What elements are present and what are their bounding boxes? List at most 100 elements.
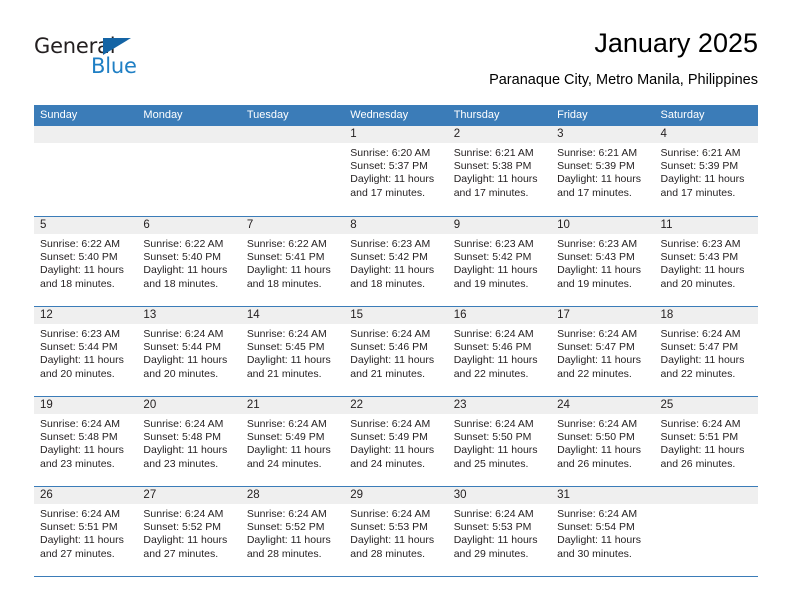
sunrise-text: Sunrise: 6:23 AM xyxy=(453,238,534,250)
day-number: 2 xyxy=(453,128,461,140)
day-number xyxy=(247,126,338,143)
day-details: Sunrise: 6:24 AM Sunset: 5:45 PM Daylight:… xyxy=(247,328,338,381)
daylight-text-cont: and 24 minutes. xyxy=(350,457,425,470)
sunrise-text: Sunrise: 6:23 AM xyxy=(557,238,638,250)
day-cell[interactable]: 5 Sunrise: 6:22 AM Sunset: 5:40 PM Daylight… xyxy=(34,217,137,306)
daylight-text-cont: and 27 minutes. xyxy=(143,547,219,560)
sunset-text: Sunset: 5:42 PM xyxy=(453,251,532,264)
day-cell[interactable]: 6 Sunrise: 6:22 AM Sunset: 5:40 PM Daylight… xyxy=(137,217,240,306)
day-cell[interactable]: 19 Sunrise: 6:24 AM Sunset: 5:48 PM Dayligh… xyxy=(34,397,137,486)
calendar-grid: Sunday Monday Tuesday Wednesday Thursday Frid… xyxy=(34,105,758,577)
sunrise-text: Sunrise: 6:24 AM xyxy=(246,508,327,520)
daylight-text-cont: and 24 minutes. xyxy=(246,457,322,470)
calendar-bottom-border xyxy=(34,576,758,577)
weekday-header-sunday: Sunday xyxy=(40,109,78,121)
day-cell[interactable]: 11 Sunrise: 6:23 AM Sunset: 5:43 PM Dayligh… xyxy=(655,217,758,306)
day-number: 18 xyxy=(660,309,674,321)
day-cell[interactable]: 8 Sunrise: 6:23 AM Sunset: 5:42 PM Daylight… xyxy=(344,217,447,306)
daylight-text-cont: and 30 minutes. xyxy=(557,547,632,560)
day-cell[interactable]: 30 Sunrise: 6:24 AM Sunset: 5:53 PM Dayligh… xyxy=(448,487,551,576)
day-cell[interactable]: 27 Sunrise: 6:24 AM Sunset: 5:52 PM Dayligh… xyxy=(137,487,240,576)
day-cell[interactable]: 1 Sunrise: 6:20 AM Sunset: 5:37 PM Daylight… xyxy=(344,126,447,216)
day-cell[interactable]: 10 Sunrise: 6:23 AM Sunset: 5:43 PM Dayligh… xyxy=(551,217,654,306)
weekday-header-wednesday: Wednesday xyxy=(350,109,409,121)
sunset-text: Sunset: 5:53 PM xyxy=(350,521,428,534)
day-cell[interactable]: 28 Sunrise: 6:24 AM Sunset: 5:52 PM Dayligh… xyxy=(241,487,344,576)
day-number: 16 xyxy=(453,309,467,321)
daylight-text: Daylight: 11 hours xyxy=(660,444,745,457)
day-cell[interactable]: 31 Sunrise: 6:24 AM Sunset: 5:54 PM Dayligh… xyxy=(551,487,654,576)
day-details: Sunrise: 6:24 AM Sunset: 5:48 PM Daylight:… xyxy=(40,418,131,471)
daylight-text: Daylight: 11 hours xyxy=(350,534,435,547)
sunset-text: Sunset: 5:48 PM xyxy=(40,431,118,444)
day-number: 24 xyxy=(557,399,570,411)
day-number: 4 xyxy=(660,128,667,140)
day-number: 26 xyxy=(40,489,53,501)
daylight-text: Daylight: 11 hours xyxy=(660,264,745,277)
sunset-text: Sunset: 5:50 PM xyxy=(453,431,532,444)
day-cell[interactable]: 4 Sunrise: 6:21 AM Sunset: 5:39 PM Daylight… xyxy=(655,126,758,216)
daylight-text: Daylight: 11 hours xyxy=(40,264,124,277)
day-number xyxy=(661,487,752,504)
day-cell[interactable]: 23 Sunrise: 6:24 AM Sunset: 5:50 PM Dayligh… xyxy=(448,397,551,486)
daylight-text-cont: and 22 minutes. xyxy=(557,367,632,380)
daylight-text-cont: and 29 minutes. xyxy=(453,547,529,560)
sunset-text: Sunset: 5:40 PM xyxy=(40,251,118,264)
sunrise-text: Sunrise: 6:24 AM xyxy=(660,328,741,340)
daylight-text-cont: and 18 minutes. xyxy=(350,277,425,290)
sunrise-text: Sunrise: 6:21 AM xyxy=(557,147,638,159)
daylight-text-cont: and 18 minutes. xyxy=(246,277,322,290)
day-cell[interactable]: 9 Sunrise: 6:23 AM Sunset: 5:42 PM Daylight… xyxy=(448,217,551,306)
day-cell[interactable]: 29 Sunrise: 6:24 AM Sunset: 5:53 PM Dayligh… xyxy=(344,487,447,576)
day-cell[interactable]: 17 Sunrise: 6:24 AM Sunset: 5:47 PM Dayligh… xyxy=(551,307,654,396)
daylight-text-cont: and 18 minutes. xyxy=(143,277,219,290)
day-cell[interactable]: 12 Sunrise: 6:23 AM Sunset: 5:44 PM Dayligh… xyxy=(34,307,137,396)
day-cell[interactable]: 25 Sunrise: 6:24 AM Sunset: 5:51 PM Dayligh… xyxy=(655,397,758,486)
day-cell[interactable]: 2 Sunrise: 6:21 AM Sunset: 5:38 PM Daylight… xyxy=(448,126,551,216)
general-blue-logo[interactable]: General Blue xyxy=(34,34,214,92)
daylight-text: Daylight: 11 hours xyxy=(557,534,641,547)
day-cell-empty xyxy=(137,126,240,216)
day-number: 19 xyxy=(40,399,53,411)
day-details: Sunrise: 6:23 AM Sunset: 5:43 PM Daylight:… xyxy=(557,238,648,291)
day-details: Sunrise: 6:23 AM Sunset: 5:42 PM Daylight:… xyxy=(350,238,441,291)
day-cell[interactable]: 14 Sunrise: 6:24 AM Sunset: 5:45 PM Dayligh… xyxy=(241,307,344,396)
day-cell[interactable]: 3 Sunrise: 6:21 AM Sunset: 5:39 PM Daylight… xyxy=(551,126,654,216)
sunrise-text: Sunrise: 6:24 AM xyxy=(453,418,534,430)
day-cell-empty xyxy=(241,126,344,216)
day-details: Sunrise: 6:21 AM Sunset: 5:39 PM Daylight:… xyxy=(661,147,752,200)
day-number: 7 xyxy=(246,219,254,231)
daylight-text-cont: and 19 minutes. xyxy=(557,277,632,290)
day-number: 1 xyxy=(350,128,357,140)
day-cell[interactable]: 20 Sunrise: 6:24 AM Sunset: 5:48 PM Dayligh… xyxy=(137,397,240,486)
weekday-header-monday: Monday xyxy=(143,109,183,121)
day-number: 29 xyxy=(350,489,364,501)
sunset-text: Sunset: 5:39 PM xyxy=(660,160,739,173)
daylight-text-cont: and 22 minutes. xyxy=(453,367,529,380)
day-number: 21 xyxy=(246,399,260,411)
day-cell[interactable]: 18 Sunrise: 6:24 AM Sunset: 5:47 PM Dayligh… xyxy=(655,307,758,396)
day-cell[interactable]: 26 Sunrise: 6:24 AM Sunset: 5:51 PM Dayligh… xyxy=(34,487,137,576)
daylight-text-cont: and 17 minutes. xyxy=(453,186,529,199)
day-cell[interactable]: 24 Sunrise: 6:24 AM Sunset: 5:50 PM Dayligh… xyxy=(551,397,654,486)
page-subtitle: Paranaque City, Metro Manila, Philippine… xyxy=(489,72,758,88)
daylight-text: Daylight: 11 hours xyxy=(40,444,124,457)
day-cell[interactable]: 13 Sunrise: 6:24 AM Sunset: 5:44 PM Dayligh… xyxy=(137,307,240,396)
day-cell[interactable]: 21 Sunrise: 6:24 AM Sunset: 5:49 PM Dayligh… xyxy=(241,397,344,486)
day-details: Sunrise: 6:24 AM Sunset: 5:52 PM Daylight:… xyxy=(247,508,338,561)
day-cell[interactable]: 7 Sunrise: 6:22 AM Sunset: 5:41 PM Daylight… xyxy=(241,217,344,306)
weekday-header-tuesday: Tuesday xyxy=(246,109,289,121)
day-details: Sunrise: 6:22 AM Sunset: 5:40 PM Daylight:… xyxy=(143,238,234,291)
daylight-text: Daylight: 11 hours xyxy=(246,264,331,277)
day-cell[interactable]: 22 Sunrise: 6:24 AM Sunset: 5:49 PM Dayligh… xyxy=(344,397,447,486)
sunrise-text: Sunrise: 6:24 AM xyxy=(453,328,534,340)
daylight-text: Daylight: 11 hours xyxy=(453,444,538,457)
day-details: Sunrise: 6:24 AM Sunset: 5:48 PM Daylight:… xyxy=(143,418,234,471)
daylight-text-cont: and 19 minutes. xyxy=(453,277,529,290)
sunset-text: Sunset: 5:46 PM xyxy=(350,341,428,354)
day-cell[interactable]: 16 Sunrise: 6:24 AM Sunset: 5:46 PM Dayligh… xyxy=(448,307,551,396)
daylight-text: Daylight: 11 hours xyxy=(453,173,538,186)
daylight-text: Daylight: 11 hours xyxy=(660,173,745,186)
day-cell[interactable]: 15 Sunrise: 6:24 AM Sunset: 5:46 PM Dayligh… xyxy=(344,307,447,396)
daylight-text: Daylight: 11 hours xyxy=(246,534,331,547)
